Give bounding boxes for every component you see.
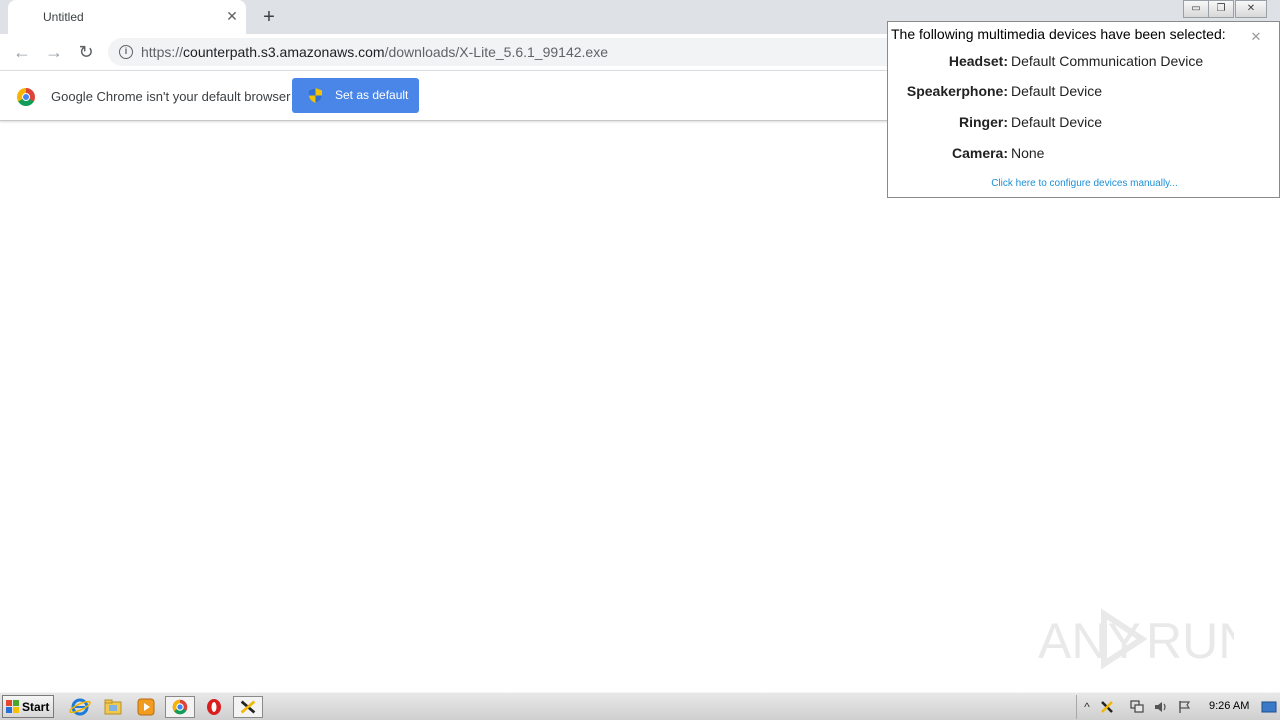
infobar-message: Google Chrome isn't your default browser	[51, 89, 291, 104]
device-row-speakerphone: Speakerphone: Default Device	[888, 83, 1280, 103]
device-label: Camera:	[951, 145, 1008, 161]
windows-taskbar: Start ^ 9:26 AM	[0, 692, 1280, 720]
tray-expand-icon[interactable]: ^	[1079, 699, 1095, 715]
device-value: None	[1011, 145, 1045, 161]
volume-icon[interactable]	[1153, 699, 1169, 715]
new-tab-button[interactable]: +	[258, 6, 280, 28]
close-window-button[interactable]: ✕	[1235, 0, 1267, 18]
uac-shield-icon	[309, 88, 322, 103]
url-path: /downloads/X-Lite_5.6.1_99142.exe	[384, 44, 608, 60]
xlite-icon[interactable]	[233, 696, 263, 718]
url-text[interactable]: https://counterpath.s3.amazonaws.com/dow…	[141, 44, 608, 60]
svg-text:ANY: ANY	[1038, 613, 1141, 669]
start-button[interactable]: Start	[2, 695, 54, 718]
chrome-logo-icon	[17, 88, 35, 106]
action-center-flag-icon[interactable]	[1177, 699, 1193, 715]
set-as-default-button[interactable]: Set as default	[292, 78, 419, 113]
device-row-camera: Camera: None	[888, 145, 1280, 165]
minimize-button[interactable]: ▭	[1183, 0, 1209, 18]
xlite-tray-icon[interactable]	[1099, 699, 1115, 715]
popup-close-icon[interactable]: ✕	[1249, 30, 1263, 44]
media-player-icon[interactable]	[134, 696, 158, 718]
device-label: Headset:	[948, 53, 1008, 69]
device-value: Default Device	[1011, 114, 1103, 130]
device-row-ringer: Ringer: Default Device	[888, 114, 1280, 134]
network-icon[interactable]	[1129, 699, 1145, 715]
reload-button[interactable]: ↻	[74, 40, 98, 64]
file-explorer-icon[interactable]	[101, 696, 125, 718]
site-info-icon[interactable]: i	[119, 45, 133, 59]
back-button[interactable]: ←	[10, 40, 34, 64]
set-as-default-label: Set as default	[335, 88, 409, 102]
windows-logo-icon	[6, 700, 19, 713]
internet-explorer-icon[interactable]	[68, 696, 92, 718]
tab-title: Untitled	[43, 10, 84, 24]
system-tray: ^ 9:26 AM	[1076, 695, 1280, 719]
clock-time[interactable]: 9:26 AM	[1209, 700, 1249, 712]
device-label: Speakerphone:	[906, 83, 1008, 99]
device-label: Ringer:	[959, 114, 1008, 130]
device-row-headset: Headset: Default Communication Device	[888, 53, 1280, 73]
device-value: Default Communication Device	[1011, 53, 1204, 69]
show-desktop-icon[interactable]	[1261, 699, 1277, 715]
configure-devices-link[interactable]: Click here to configure devices manually…	[888, 178, 1280, 189]
tab-close-icon[interactable]: ✕	[224, 8, 240, 24]
start-label: Start	[22, 700, 50, 714]
address-bar[interactable]: i https://counterpath.s3.amazonaws.com/d…	[108, 38, 908, 66]
opera-icon[interactable]	[202, 696, 226, 718]
device-value: Default Device	[1011, 83, 1103, 99]
forward-button[interactable]: →	[42, 40, 66, 64]
chrome-icon[interactable]	[165, 696, 195, 718]
multimedia-devices-popup: The following multimedia devices have be…	[887, 21, 1280, 198]
popup-title: The following multimedia devices have be…	[891, 26, 1226, 42]
url-host: counterpath.s3.amazonaws.com	[183, 44, 385, 60]
restore-button[interactable]: ❐	[1208, 0, 1234, 18]
browser-tab[interactable]: Untitled ✕	[8, 0, 246, 34]
url-scheme: https://	[141, 44, 184, 60]
svg-text:RUN: RUN	[1146, 613, 1234, 669]
anyrun-watermark-logo: ANY RUN	[1038, 608, 1234, 670]
